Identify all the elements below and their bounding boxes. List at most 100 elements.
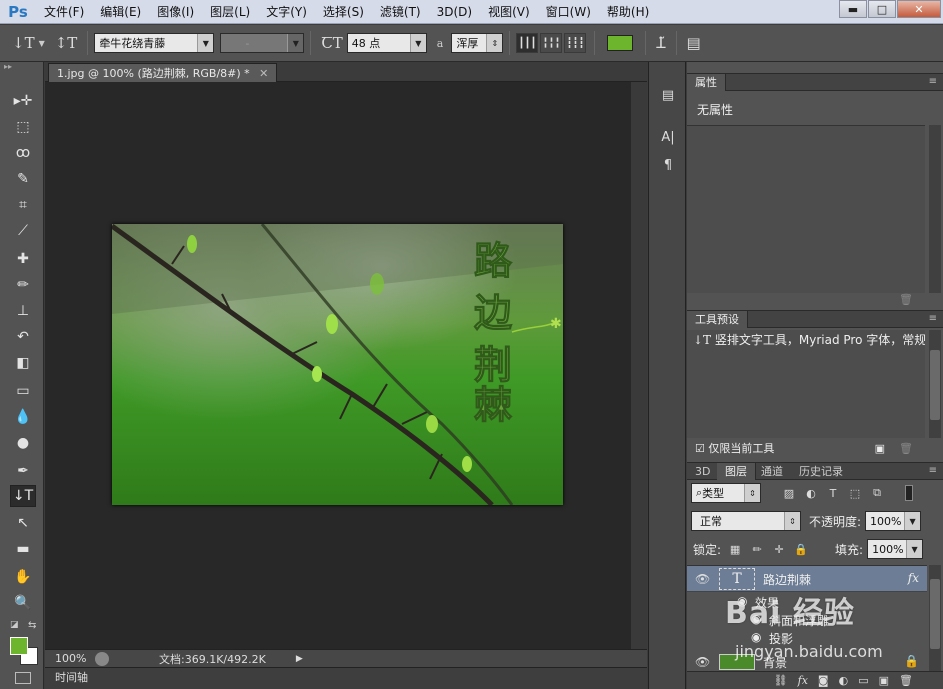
eye-icon[interactable]: 👁 — [695, 655, 710, 669]
filter-toggle[interactable] — [905, 485, 913, 501]
document-image[interactable]: 路 边 荆 棘 ✱ — [112, 224, 563, 505]
eye-icon[interactable]: 👁 — [695, 572, 710, 586]
new-group-icon[interactable]: ▭ — [858, 674, 868, 687]
align-top-button[interactable]: ┃┃┃ — [516, 33, 539, 53]
canvas-area[interactable]: 路 边 荆 棘 ✱ — [45, 82, 647, 649]
align-bottom-button[interactable]: ┇┇┇ — [564, 33, 587, 53]
eye-icon[interactable]: ◉ — [737, 594, 747, 608]
menu-file[interactable]: 文件(F) — [36, 0, 92, 24]
trash-icon[interactable]: 🗑 — [899, 293, 913, 306]
menu-3d[interactable]: 3D(D) — [429, 0, 480, 24]
tab-channels[interactable]: 通道 — [753, 463, 791, 480]
scroll-thumb[interactable] — [930, 350, 940, 420]
hand-tool-icon[interactable]: ✋ — [10, 566, 36, 588]
filter-adjustment-icon[interactable]: ◐ — [803, 485, 819, 501]
panel-menu-icon[interactable]: ≡ — [929, 76, 937, 87]
layer-row-text[interactable]: 👁 T 路边荆棘 fx — [687, 566, 927, 592]
lock-all-icon[interactable]: 🔒 — [793, 541, 809, 557]
filter-pixel-icon[interactable]: ▨ — [781, 485, 797, 501]
clone-stamp-tool-icon[interactable]: ⊥ — [10, 300, 36, 322]
foreground-color-swatch[interactable] — [10, 637, 28, 655]
trash-icon[interactable]: 🗑 — [899, 440, 913, 458]
rectangle-tool-icon[interactable]: ▬ — [10, 538, 36, 560]
gradient-tool-icon[interactable]: ▭ — [10, 380, 36, 402]
dodge-tool-icon[interactable]: ● — [10, 432, 36, 454]
vertical-type-tool-icon[interactable]: ↓T — [12, 34, 35, 52]
filter-smart-object-icon[interactable]: ⧉ — [869, 485, 885, 501]
menu-image[interactable]: 图像(I) — [149, 0, 202, 24]
menu-view[interactable]: 视图(V) — [480, 0, 538, 24]
link-layers-icon[interactable]: ⛓ — [774, 674, 788, 687]
document-tab[interactable]: 1.jpg @ 100% (路边荆棘, RGB/8#) * ✕ — [48, 63, 278, 82]
new-layer-icon[interactable]: ▣ — [879, 674, 889, 687]
lock-transparent-icon[interactable]: ▦ — [727, 541, 743, 557]
character-panel-icon[interactable]: ▤ — [687, 34, 701, 52]
menu-layer[interactable]: 图层(L) — [202, 0, 258, 24]
checkbox-icon[interactable]: ☑ — [695, 442, 705, 455]
toggle-orientation-icon[interactable]: ↕T — [55, 34, 78, 52]
brush-tool-icon[interactable]: ✏ — [10, 274, 36, 296]
menu-window[interactable]: 窗口(W) — [538, 0, 599, 24]
properties-scrollbar[interactable] — [929, 125, 941, 293]
layers-scrollbar[interactable] — [929, 565, 941, 671]
menu-edit[interactable]: 编辑(E) — [92, 0, 149, 24]
tool-preset-item[interactable]: ↓T 竖排文字工具，Myriad Pro 字体，常规 — [687, 330, 925, 350]
opacity-input[interactable]: 100% ▼ — [865, 511, 922, 531]
tool-presets-scrollbar[interactable] — [929, 330, 941, 438]
maximize-button[interactable]: □ — [868, 0, 896, 18]
layer-effects-row[interactable]: ◉ 效果 — [687, 594, 927, 612]
tab-properties[interactable]: 属性 — [687, 74, 726, 91]
lock-image-icon[interactable]: ✏ — [749, 541, 765, 557]
eraser-tool-icon[interactable]: ◧ — [10, 352, 36, 374]
zoom-tool-icon[interactable]: 🔍 — [10, 592, 36, 614]
status-info-icon[interactable] — [95, 651, 109, 666]
effect-shadow-row[interactable]: ◉ 投影 — [687, 630, 927, 648]
minimize-button[interactable]: ▬ — [839, 0, 867, 18]
panel-menu-icon[interactable]: ≡ — [929, 313, 937, 324]
tool-presets-icon[interactable]: ▤ — [657, 84, 679, 106]
paragraph-icon[interactable]: ¶ — [657, 154, 679, 176]
menu-type[interactable]: 文字(Y) — [258, 0, 315, 24]
new-preset-icon[interactable]: ▣ — [875, 440, 885, 458]
filter-shape-icon[interactable]: ⬚ — [847, 485, 863, 501]
blend-mode-select[interactable]: 正常 ⇕ — [691, 511, 801, 531]
tool-preset-chevron-icon[interactable]: ▼ — [39, 39, 45, 48]
close-tab-icon[interactable]: ✕ — [259, 67, 268, 80]
menu-help[interactable]: 帮助(H) — [599, 0, 657, 24]
layer-filter-select[interactable]: ⌕ 类型 ⇕ — [691, 483, 761, 503]
layer-name[interactable]: 路边荆棘 — [763, 571, 811, 588]
filter-type-icon[interactable]: T — [825, 485, 841, 501]
add-style-icon[interactable]: fx — [798, 674, 808, 687]
eye-icon[interactable]: ◉ — [751, 612, 761, 626]
layer-row-background[interactable]: 👁 背景 🔒 — [687, 652, 927, 672]
tab-3d[interactable]: 3D — [687, 463, 718, 480]
tab-tool-presets[interactable]: 工具预设 — [687, 311, 748, 328]
quick-select-tool-icon[interactable]: ✎ — [10, 168, 36, 190]
lasso-tool-icon[interactable]: ꝏ — [10, 142, 36, 164]
character-icon[interactable]: A| — [657, 126, 679, 148]
zoom-level[interactable]: 100% — [45, 652, 95, 665]
default-colors-icon[interactable]: ◪ — [10, 620, 19, 630]
fx-icon[interactable]: fx — [908, 571, 919, 585]
crop-tool-icon[interactable]: ⌗ — [10, 194, 36, 216]
tab-layers[interactable]: 图层 — [717, 463, 756, 480]
path-selection-tool-icon[interactable]: ↖ — [10, 512, 36, 534]
move-tool-icon[interactable]: ▸✛ — [10, 90, 36, 112]
marquee-tool-icon[interactable]: ⬚ — [10, 116, 36, 138]
eye-icon[interactable]: ◉ — [751, 630, 761, 644]
fill-input[interactable]: 100% ▼ — [867, 539, 924, 559]
healing-brush-tool-icon[interactable]: ✚ — [10, 248, 36, 270]
tab-history[interactable]: 历史记录 — [791, 463, 851, 480]
play-arrow-icon[interactable]: ▶ — [296, 654, 303, 664]
layer-name[interactable]: 背景 — [763, 654, 787, 671]
history-brush-tool-icon[interactable]: ↶ — [10, 326, 36, 348]
lock-position-icon[interactable]: ✛ — [771, 541, 787, 557]
timeline-label[interactable]: 时间轴 — [55, 671, 88, 684]
antialias-select[interactable]: 浑厚 ⇕ — [451, 33, 504, 53]
close-button[interactable]: ✕ — [897, 0, 941, 18]
vertical-type-tool-icon[interactable]: ↓T — [10, 485, 36, 507]
blur-tool-icon[interactable]: 💧 — [10, 406, 36, 428]
delete-layer-icon[interactable]: 🗑 — [899, 674, 913, 687]
warp-text-icon[interactable]: ꓕ̃ — [656, 34, 665, 52]
scroll-thumb[interactable] — [930, 579, 940, 649]
